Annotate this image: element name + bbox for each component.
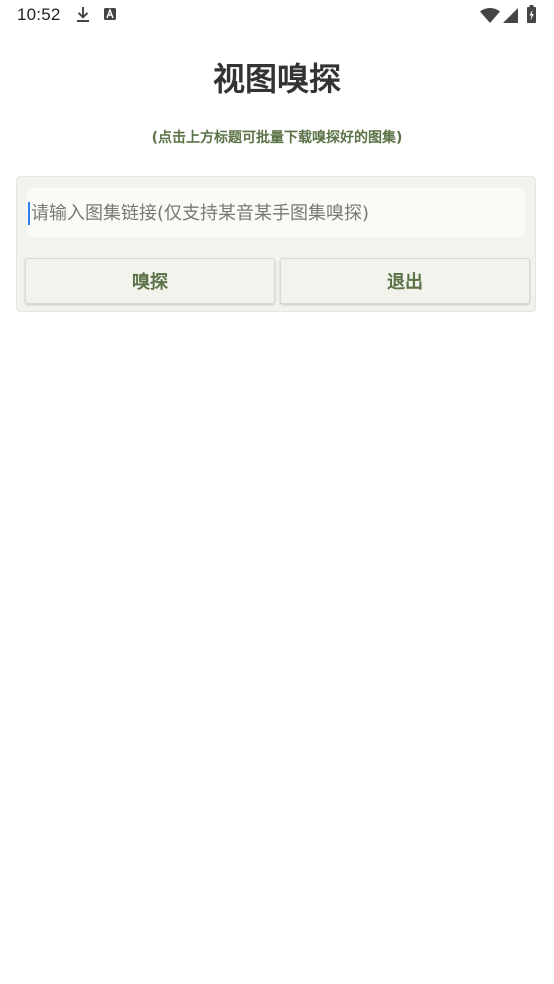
link-input-container[interactable] (27, 188, 525, 238)
page-subtitle: (点击上方标题可批量下载嗅探好的图集) (151, 130, 403, 146)
page-title[interactable]: 视图嗅探 (0, 57, 554, 101)
sniff-form-card: 嗅探 退出 (16, 176, 536, 312)
status-time: 10:52 (17, 5, 61, 24)
signal-icon (503, 8, 518, 23)
text-caret (28, 202, 30, 225)
exit-button[interactable]: 退出 (280, 258, 530, 304)
link-input[interactable] (27, 188, 525, 238)
wifi-icon (480, 8, 500, 23)
battery-charging-icon (527, 5, 536, 23)
download-icon (77, 7, 89, 22)
status-bar: 10:52 (0, 0, 554, 30)
a-notification-icon (104, 8, 116, 20)
sniff-button[interactable]: 嗅探 (25, 258, 275, 304)
